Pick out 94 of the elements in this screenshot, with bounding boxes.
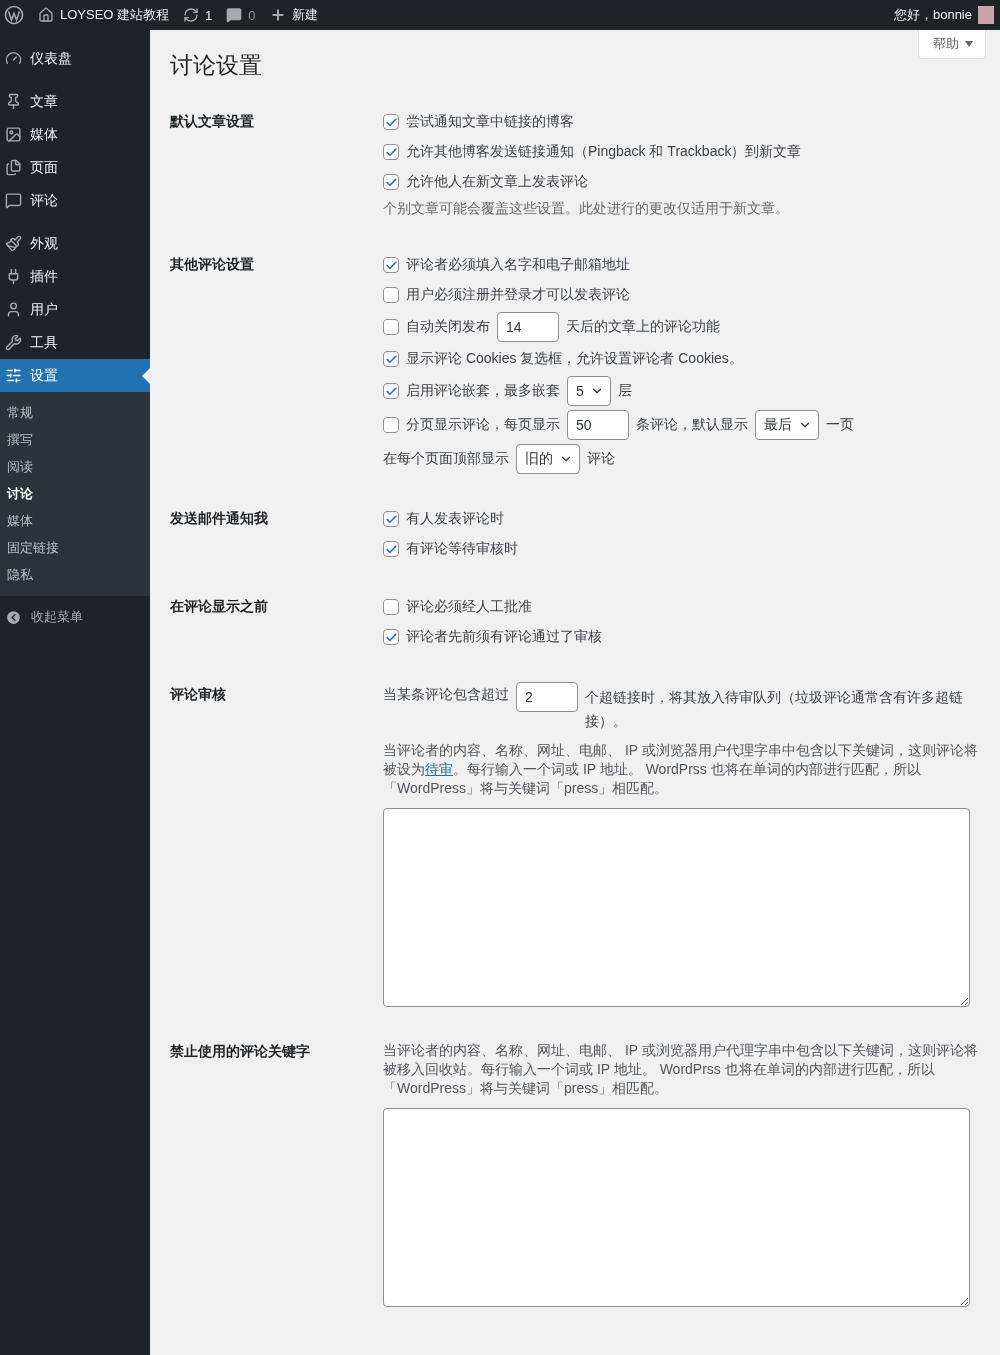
select-dropdown[interactable]: 5 bbox=[567, 376, 611, 406]
section-label: 评论审核 bbox=[170, 685, 227, 704]
textarea-field[interactable] bbox=[383, 808, 970, 1007]
section-label: 禁止使用的评论关键字 bbox=[170, 1042, 311, 1061]
sliders-icon bbox=[5, 367, 22, 384]
label-text: 用户必须注册并登录才可以发表评论 bbox=[406, 286, 630, 304]
label-text: 在每个页面顶部显示 bbox=[383, 450, 509, 468]
label-text: 评论必须经人工批准 bbox=[406, 598, 532, 616]
label-text: 允许其他博客发送链接通知（Pingback 和 Trackback）到新文章 bbox=[406, 143, 802, 161]
label-text: 尝试通知文章中链接的博客 bbox=[406, 113, 574, 131]
checkbox[interactable] bbox=[383, 319, 399, 335]
label-text: 个超链接时，将其放入待审队列（垃圾评论通常含有许多超链接）。 bbox=[585, 688, 964, 731]
checkbox[interactable] bbox=[383, 351, 399, 367]
checkbox[interactable] bbox=[383, 599, 399, 615]
label-text: 有评论等待审核时 bbox=[406, 540, 518, 558]
sidebar-item[interactable]: 工具 bbox=[0, 326, 150, 359]
submenu-item[interactable]: 媒体 bbox=[0, 507, 150, 534]
submenu-item[interactable]: 阅读 bbox=[0, 453, 150, 480]
submenu-item[interactable]: 隐私 bbox=[0, 561, 150, 588]
sidebar-item[interactable]: 设置 bbox=[0, 359, 150, 392]
checkbox[interactable] bbox=[383, 174, 399, 190]
sidebar-item[interactable]: 仪表盘 bbox=[0, 42, 150, 75]
sidebar-item[interactable]: 用户 bbox=[0, 293, 150, 326]
label-text: 自动关闭发布 bbox=[406, 318, 490, 336]
sidebar-item[interactable]: 外观 bbox=[0, 227, 150, 260]
collapse-icon bbox=[5, 608, 22, 626]
home-icon bbox=[38, 7, 54, 23]
checkbox[interactable] bbox=[383, 511, 399, 527]
description-text: 当评论者的内容、名称、网址、电邮、 IP 或浏览器用户代理字串中包含以下关键词，这则评论将被设为待审。每行输入一个词或 IP 地址。 WordPrss 也将在单词的内部进行匹配，所以「WordPress」将与关键词「press」相匹配。 bbox=[383, 741, 979, 798]
pin-icon bbox=[5, 93, 22, 110]
submenu-item[interactable]: 固定链接 bbox=[0, 534, 150, 561]
checkbox[interactable] bbox=[383, 144, 399, 160]
speech-bubble-icon bbox=[5, 192, 22, 209]
label-text: 层 bbox=[617, 382, 632, 400]
label-text: 允许他人在新文章上发表评论 bbox=[406, 173, 588, 191]
select-dropdown[interactable]: 旧的 bbox=[516, 444, 580, 474]
wrench-icon bbox=[5, 334, 22, 351]
section-label: 其他评论设置 bbox=[170, 255, 255, 274]
page-title: 讨论设置 bbox=[170, 51, 262, 80]
label-text: 启用评论嵌套，最多嵌套 bbox=[406, 382, 560, 400]
comments-link[interactable]: 0 bbox=[226, 7, 256, 23]
number-field[interactable]: 2 bbox=[516, 682, 578, 712]
section-label: 默认文章设置 bbox=[170, 112, 255, 131]
gauge-icon bbox=[5, 50, 22, 67]
checkbox[interactable] bbox=[383, 114, 399, 130]
label-text: 条评论，默认显示 bbox=[636, 416, 748, 434]
checkbox[interactable] bbox=[383, 257, 399, 273]
image-icon bbox=[5, 126, 22, 143]
submenu-item[interactable]: 讨论 bbox=[0, 480, 150, 507]
link[interactable]: 待审 bbox=[425, 761, 453, 777]
site-link[interactable]: LOYSEO 建站教程 bbox=[38, 6, 170, 24]
sidebar-item[interactable]: 评论 bbox=[0, 184, 150, 217]
user-icon bbox=[5, 301, 22, 318]
label-text: 分页显示评论，每页显示 bbox=[406, 416, 560, 434]
refresh-icon bbox=[183, 7, 200, 23]
label-text: 显示评论 Cookies 复选框，允许设置评论者 Cookies。 bbox=[406, 350, 743, 368]
speech-bubble-icon bbox=[226, 7, 243, 23]
checkbox[interactable] bbox=[383, 629, 399, 645]
number-field[interactable]: 50 bbox=[567, 410, 629, 440]
section-label: 发送邮件通知我 bbox=[170, 509, 269, 528]
description-text: 当评论者的内容、名称、网址、电邮、 IP 或浏览器用户代理字串中包含以下关键词，这则评论将被移入回收站。每行输入一个词或 IP 地址。 WordPrss 也将在单词的内部进行匹配，所以「WordPress」将与关键词「press」相匹配。 bbox=[383, 1041, 979, 1098]
files-icon bbox=[5, 159, 22, 176]
label-text: 天后的文章上的评论功能 bbox=[566, 318, 720, 336]
textarea-field[interactable] bbox=[383, 1108, 970, 1307]
checkbox[interactable] bbox=[383, 417, 399, 433]
help-button[interactable]: 帮助 bbox=[918, 30, 986, 59]
logo-icon[interactable] bbox=[4, 5, 24, 25]
submenu-item[interactable]: 常规 bbox=[0, 399, 150, 426]
sidebar-item[interactable]: 页面 bbox=[0, 151, 150, 184]
checkbox[interactable] bbox=[383, 541, 399, 557]
paintbrush-icon bbox=[5, 235, 22, 252]
label-text: 当某条评论包含超过 bbox=[383, 685, 509, 704]
label-text: 有人发表评论时 bbox=[406, 510, 504, 528]
checkbox[interactable] bbox=[383, 383, 399, 399]
sidebar-item[interactable]: 插件 bbox=[0, 260, 150, 293]
number-field[interactable]: 14 bbox=[497, 312, 559, 342]
label-text: 评论者必须填入名字和电子邮箱地址 bbox=[406, 256, 630, 274]
updates-link[interactable]: 1 bbox=[183, 7, 213, 23]
note-text: 个别文章可能会覆盖这些设置。此处进行的更改仅适用于新文章。 bbox=[383, 199, 790, 218]
checkbox[interactable] bbox=[383, 287, 399, 303]
label-text: 一页 bbox=[826, 416, 854, 434]
collapse-menu-button[interactable]: 收起菜单 bbox=[0, 600, 150, 634]
submenu-item[interactable]: 撰写 bbox=[0, 426, 150, 453]
new-link[interactable]: 新建 bbox=[269, 6, 318, 24]
select-dropdown[interactable]: 最后 bbox=[755, 410, 819, 440]
account-link[interactable]: 您好，bonnie bbox=[893, 6, 994, 24]
sidebar-item[interactable]: 文章 bbox=[0, 85, 150, 118]
plus-icon bbox=[269, 7, 286, 23]
label-text: 评论者先前须有评论通过了审核 bbox=[406, 628, 602, 646]
caret-icon bbox=[965, 41, 973, 47]
sidebar-item[interactable]: 媒体 bbox=[0, 118, 150, 151]
label-text: 评论 bbox=[587, 450, 615, 468]
avatar-placeholder bbox=[978, 6, 994, 24]
section-label: 在评论显示之前 bbox=[170, 597, 269, 616]
